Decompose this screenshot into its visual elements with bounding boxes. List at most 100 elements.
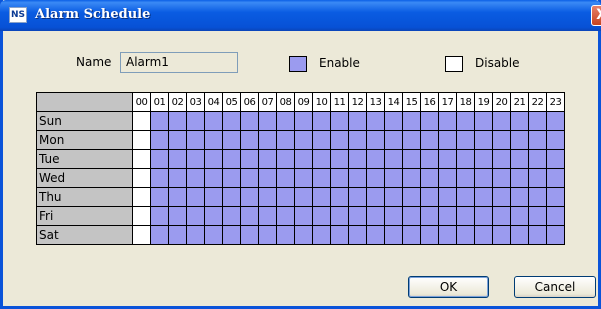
hour-header[interactable]: 03 xyxy=(186,92,205,112)
schedule-cell-enabled[interactable] xyxy=(492,149,511,169)
schedule-cell-enabled[interactable] xyxy=(366,187,385,207)
schedule-cell-enabled[interactable] xyxy=(168,130,187,150)
schedule-cell-enabled[interactable] xyxy=(276,206,295,226)
schedule-cell-enabled[interactable] xyxy=(348,168,367,188)
schedule-cell-enabled[interactable] xyxy=(528,130,547,150)
schedule-cell-enabled[interactable] xyxy=(366,168,385,188)
schedule-cell-enabled[interactable] xyxy=(150,225,169,245)
hour-header[interactable]: 14 xyxy=(384,92,403,112)
schedule-cell-enabled[interactable] xyxy=(510,149,529,169)
schedule-cell-enabled[interactable] xyxy=(276,187,295,207)
schedule-cell-enabled[interactable] xyxy=(348,149,367,169)
schedule-cell-enabled[interactable] xyxy=(420,111,439,131)
schedule-cell-enabled[interactable] xyxy=(294,187,313,207)
schedule-cell-enabled[interactable] xyxy=(204,111,223,131)
day-label[interactable]: Tue xyxy=(36,149,133,169)
schedule-cell-enabled[interactable] xyxy=(150,130,169,150)
schedule-cell-enabled[interactable] xyxy=(240,168,259,188)
schedule-cell-enabled[interactable] xyxy=(150,187,169,207)
schedule-cell-enabled[interactable] xyxy=(474,225,493,245)
schedule-cell-enabled[interactable] xyxy=(330,130,349,150)
hour-header[interactable]: 17 xyxy=(438,92,457,112)
hour-header[interactable]: 06 xyxy=(240,92,259,112)
schedule-cell-enabled[interactable] xyxy=(528,225,547,245)
hour-header[interactable]: 22 xyxy=(528,92,547,112)
schedule-cell-enabled[interactable] xyxy=(546,111,565,131)
hour-header[interactable]: 15 xyxy=(402,92,421,112)
hour-header[interactable]: 02 xyxy=(168,92,187,112)
schedule-cell-enabled[interactable] xyxy=(186,187,205,207)
hour-header[interactable]: 09 xyxy=(294,92,313,112)
schedule-cell-enabled[interactable] xyxy=(186,206,205,226)
schedule-cell-enabled[interactable] xyxy=(366,206,385,226)
schedule-cell-disabled[interactable] xyxy=(132,206,151,226)
hour-header[interactable]: 19 xyxy=(474,92,493,112)
schedule-cell-enabled[interactable] xyxy=(294,111,313,131)
day-label[interactable]: Mon xyxy=(36,130,133,150)
schedule-cell-enabled[interactable] xyxy=(366,225,385,245)
schedule-cell-enabled[interactable] xyxy=(402,111,421,131)
schedule-cell-enabled[interactable] xyxy=(420,130,439,150)
schedule-cell-enabled[interactable] xyxy=(312,111,331,131)
schedule-cell-enabled[interactable] xyxy=(168,149,187,169)
schedule-cell-enabled[interactable] xyxy=(546,225,565,245)
schedule-cell-enabled[interactable] xyxy=(150,111,169,131)
schedule-cell-enabled[interactable] xyxy=(420,149,439,169)
schedule-cell-enabled[interactable] xyxy=(330,149,349,169)
schedule-cell-enabled[interactable] xyxy=(312,206,331,226)
schedule-cell-enabled[interactable] xyxy=(528,187,547,207)
schedule-cell-enabled[interactable] xyxy=(330,187,349,207)
schedule-cell-enabled[interactable] xyxy=(150,206,169,226)
schedule-cell-enabled[interactable] xyxy=(330,206,349,226)
schedule-cell-enabled[interactable] xyxy=(330,168,349,188)
schedule-cell-enabled[interactable] xyxy=(546,130,565,150)
schedule-cell-enabled[interactable] xyxy=(492,168,511,188)
schedule-cell-disabled[interactable] xyxy=(132,130,151,150)
schedule-cell-enabled[interactable] xyxy=(438,187,457,207)
schedule-cell-enabled[interactable] xyxy=(222,187,241,207)
schedule-cell-enabled[interactable] xyxy=(186,149,205,169)
schedule-cell-enabled[interactable] xyxy=(546,206,565,226)
schedule-cell-enabled[interactable] xyxy=(402,149,421,169)
schedule-cell-enabled[interactable] xyxy=(276,168,295,188)
schedule-cell-enabled[interactable] xyxy=(186,225,205,245)
schedule-cell-enabled[interactable] xyxy=(240,130,259,150)
schedule-cell-enabled[interactable] xyxy=(222,130,241,150)
schedule-cell-enabled[interactable] xyxy=(330,111,349,131)
hour-header[interactable]: 21 xyxy=(510,92,529,112)
schedule-cell-enabled[interactable] xyxy=(258,225,277,245)
schedule-cell-disabled[interactable] xyxy=(132,111,151,131)
schedule-cell-enabled[interactable] xyxy=(438,149,457,169)
day-label[interactable]: Sat xyxy=(36,225,133,245)
schedule-cell-disabled[interactable] xyxy=(132,187,151,207)
schedule-cell-enabled[interactable] xyxy=(528,206,547,226)
schedule-cell-enabled[interactable] xyxy=(510,168,529,188)
schedule-cell-disabled[interactable] xyxy=(132,149,151,169)
schedule-cell-enabled[interactable] xyxy=(384,130,403,150)
schedule-cell-enabled[interactable] xyxy=(474,130,493,150)
schedule-cell-enabled[interactable] xyxy=(438,111,457,131)
schedule-cell-enabled[interactable] xyxy=(330,225,349,245)
cancel-button[interactable]: Cancel xyxy=(514,276,596,298)
schedule-cell-enabled[interactable] xyxy=(276,149,295,169)
schedule-cell-enabled[interactable] xyxy=(294,225,313,245)
schedule-cell-enabled[interactable] xyxy=(258,187,277,207)
schedule-cell-enabled[interactable] xyxy=(240,206,259,226)
day-label[interactable]: Fri xyxy=(36,206,133,226)
schedule-cell-enabled[interactable] xyxy=(456,149,475,169)
hour-header[interactable]: 16 xyxy=(420,92,439,112)
schedule-cell-enabled[interactable] xyxy=(150,168,169,188)
schedule-cell-enabled[interactable] xyxy=(384,225,403,245)
schedule-cell-enabled[interactable] xyxy=(294,168,313,188)
schedule-cell-enabled[interactable] xyxy=(492,130,511,150)
hour-header[interactable]: 10 xyxy=(312,92,331,112)
schedule-cell-enabled[interactable] xyxy=(402,168,421,188)
schedule-cell-enabled[interactable] xyxy=(492,206,511,226)
hour-header[interactable]: 00 xyxy=(132,92,151,112)
schedule-cell-enabled[interactable] xyxy=(456,225,475,245)
schedule-cell-enabled[interactable] xyxy=(420,187,439,207)
schedule-cell-enabled[interactable] xyxy=(204,149,223,169)
schedule-cell-enabled[interactable] xyxy=(204,130,223,150)
schedule-cell-enabled[interactable] xyxy=(240,225,259,245)
schedule-cell-enabled[interactable] xyxy=(222,168,241,188)
